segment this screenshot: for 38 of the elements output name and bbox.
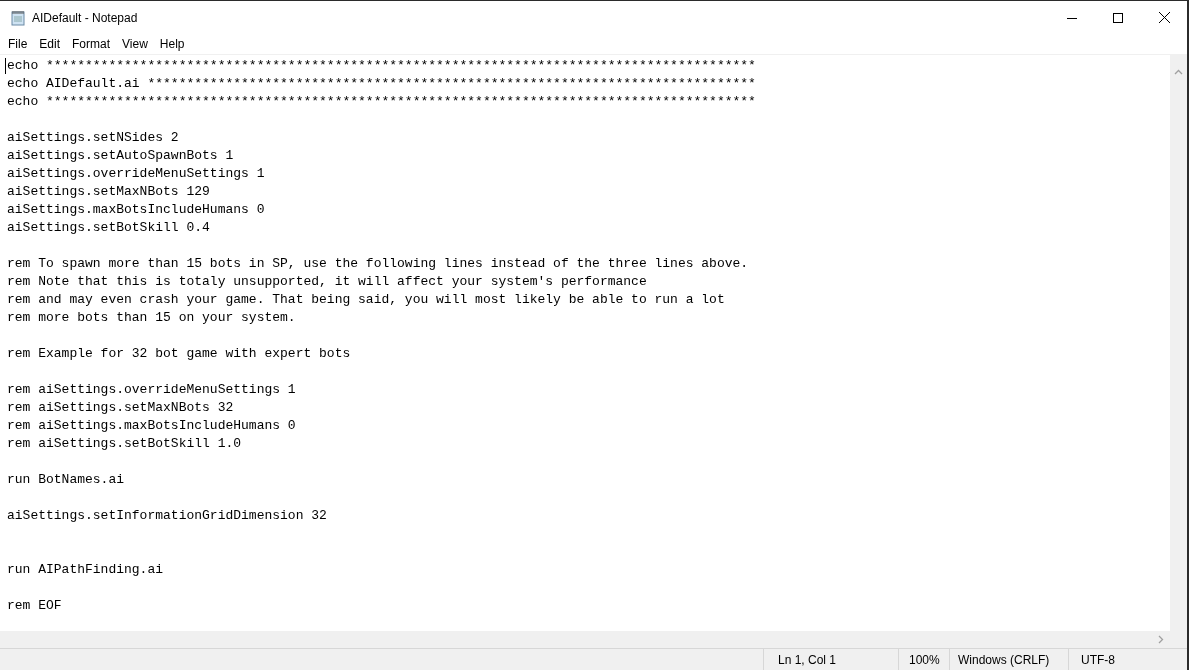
code-line: run AIPathFinding.ai <box>7 561 165 579</box>
code-line: rem To spawn more than 15 bots in SP, use the following lines instead of the three lines above. <box>7 255 750 273</box>
code-line: rem EOF <box>7 597 63 615</box>
cursor-position: Ln 1, Col 1 <box>763 649 898 670</box>
menu-item[interactable]: Edit <box>33 37 67 51</box>
scroll-up-icon[interactable] <box>1174 69 1183 75</box>
code-line: aiSettings.overrideMenuSettings 1 <box>7 165 266 183</box>
code-line: aiSettings.setInformationGridDimension 32 <box>7 507 328 525</box>
code-line: run BotNames.ai <box>7 471 126 489</box>
code-line: aiSettings.maxBotsIncludeHumans 0 <box>7 201 266 219</box>
scroll-right-icon[interactable] <box>1158 635 1164 644</box>
code-line: rem aiSettings.maxBotsIncludeHumans 0 <box>7 417 297 435</box>
notepad-icon <box>10 9 26 26</box>
zoom-level: 100% <box>898 649 949 670</box>
code-line: rem aiSettings.setBotSkill 1.0 <box>7 435 243 453</box>
menu-item[interactable]: Format <box>66 37 117 51</box>
code-line: echo ******************************************************************************************* <box>7 57 757 75</box>
code-line: aiSettings.setNSides 2 <box>7 129 180 147</box>
code-line: echo AIDefault.ai ****************************************************************************** <box>7 75 757 93</box>
menu-item[interactable]: View <box>116 37 154 51</box>
code-line: aiSettings.setAutoSpawnBots 1 <box>7 147 235 165</box>
line-ending: Windows (CRLF) <box>949 649 1068 670</box>
code-line: rem Note that this is totaly unsupported, it will affect your system's performance <box>7 273 648 291</box>
code-line: rem aiSettings.setMaxNBots 32 <box>7 399 235 417</box>
code-line: rem and may even crash your game. That being said, you will most likely be able to run a lot <box>7 291 726 309</box>
window-title: AIDefault - Notepad <box>32 10 139 25</box>
code-line: rem more bots than 15 on your system. <box>7 309 297 327</box>
close-icon <box>1158 12 1170 23</box>
menu-item[interactable]: Help <box>153 37 191 51</box>
menu-item[interactable]: File <box>2 37 34 51</box>
code-line: echo ******************************************************************************************* <box>7 93 757 111</box>
code-line: rem aiSettings.overrideMenuSettings 1 <box>7 381 297 399</box>
code-line: aiSettings.setMaxNBots 129 <box>7 183 211 201</box>
text-caret <box>5 58 6 74</box>
encoding: UTF-8 <box>1068 649 1187 670</box>
maximize-icon <box>1113 12 1123 23</box>
code-line: rem Example for 32 bot game with expert bots <box>7 345 352 363</box>
code-line: aiSettings.setBotSkill 0.4 <box>7 219 211 237</box>
